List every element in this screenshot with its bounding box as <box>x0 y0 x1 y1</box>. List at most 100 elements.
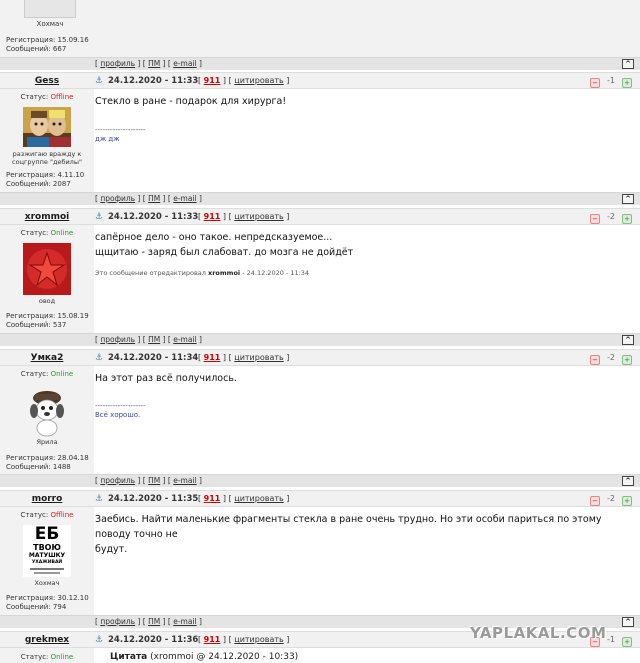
avatar-line <box>30 568 64 570</box>
username[interactable]: xrommoi <box>0 212 94 222</box>
signature: -------------------- дж дж <box>95 126 146 144</box>
post-date: 24.12.2020 - 11:34 <box>108 353 199 363</box>
quote-link[interactable]: цитировать <box>234 353 283 362</box>
scroll-up-button[interactable]: ^ <box>622 617 634 627</box>
avatar-caption: Хохмач <box>36 20 64 28</box>
rating-value: -2 <box>607 494 615 503</box>
username[interactable]: morro <box>0 494 94 504</box>
username[interactable]: Gess <box>0 76 94 86</box>
thumb-up-icon[interactable]: + <box>622 214 632 224</box>
signature-divider: -------------------- <box>95 402 146 410</box>
user-sidebar: Статус: Online <box>0 648 94 663</box>
editor-name: xrommoi <box>208 269 241 277</box>
post-links: [ профиль ] [ ПМ ] [ e-mail ] <box>95 617 202 626</box>
post-controls: [ 911 ] [ цитировать ] <box>198 76 290 85</box>
post-number[interactable]: 911 <box>204 635 221 644</box>
avatar[interactable] <box>24 0 76 18</box>
post-body: сапёрное дело - оно такое. непредсказуем… <box>95 230 615 260</box>
signature: -------------------- Всё хорошо. <box>95 402 146 420</box>
thumb-down-icon[interactable]: − <box>590 355 600 365</box>
anchor-icon[interactable]: ⚓ <box>95 635 103 645</box>
post-body: Стекло в ране - подарок для хирурга! <box>95 94 615 109</box>
profile-link[interactable]: профиль <box>100 194 135 203</box>
avatar[interactable] <box>23 243 71 295</box>
thumb-up-icon[interactable]: + <box>622 355 632 365</box>
email-link[interactable]: e-mail <box>173 59 196 68</box>
profile-link[interactable]: профиль <box>100 335 135 344</box>
quote-link[interactable]: цитировать <box>234 494 283 503</box>
pm-link[interactable]: ПМ <box>148 476 160 485</box>
anchor-icon[interactable]: ⚓ <box>95 212 103 222</box>
profile-link[interactable]: профиль <box>100 617 135 626</box>
username[interactable]: Умка2 <box>0 353 94 363</box>
user-sidebar: Статус: Online Ярила Регистрация: 28.04.… <box>0 366 94 474</box>
post-links-bar: [ профиль ] [ ПМ ] [ e-mail ] ^ <box>0 192 640 205</box>
username[interactable]: grekmex <box>0 635 94 645</box>
avatar[interactable]: ЕБ ТВОЮ МАТУШКУ УХАЖИВАЙ <box>23 525 71 577</box>
post-number[interactable]: 911 <box>204 212 221 221</box>
post-body: Заебись. Найти маленькие фрагменты стекл… <box>95 512 615 557</box>
post: Статус: Online Ярила Регистрация: 28.04.… <box>0 349 640 474</box>
prev-post-sidebar: Хохмач Регистрация: 15.09.16 Сообщений: … <box>0 0 640 57</box>
user-stats: Регистрация: 30.12.10 Сообщений: 794 <box>6 594 89 612</box>
post-number[interactable]: 911 <box>204 494 221 503</box>
quote-link[interactable]: цитировать <box>234 635 283 644</box>
rating: − -2 + <box>590 353 632 365</box>
post-date: 24.12.2020 - 11:33 <box>108 76 199 86</box>
post-date: 24.12.2020 - 11:35 <box>108 494 199 504</box>
pm-link[interactable]: ПМ <box>148 194 160 203</box>
pm-link[interactable]: ПМ <box>148 617 160 626</box>
scroll-up-button[interactable]: ^ <box>622 476 634 486</box>
quote-link[interactable]: цитировать <box>234 212 283 221</box>
quote-label: Цитата <box>110 652 148 662</box>
scroll-up-button[interactable]: ^ <box>622 59 634 69</box>
user-stats: Регистрация: 28.04.18 Сообщений: 1488 <box>6 454 89 472</box>
reg-date: Регистрация: 28.04.18 <box>6 454 89 462</box>
thumb-up-icon[interactable]: + <box>622 637 632 647</box>
user-status: Статус: Online <box>20 229 74 237</box>
post-number[interactable]: 911 <box>204 353 221 362</box>
anchor-icon[interactable]: ⚓ <box>95 76 103 86</box>
thumb-up-icon[interactable]: + <box>622 496 632 506</box>
rating-value: -1 <box>607 76 615 85</box>
avatar-line: МАТУШКУ <box>28 552 66 559</box>
post-text: Стекло в ране - подарок для хирурга! <box>95 96 287 107</box>
avatar[interactable] <box>23 384 71 438</box>
post-text: будут. <box>95 544 128 555</box>
post-date: 24.12.2020 - 11:33 <box>108 212 199 222</box>
email-link[interactable]: e-mail <box>173 335 196 344</box>
thumb-down-icon[interactable]: − <box>590 78 600 88</box>
anchor-icon[interactable]: ⚓ <box>95 494 103 504</box>
pm-link[interactable]: ПМ <box>148 59 160 68</box>
pm-link[interactable]: ПМ <box>148 335 160 344</box>
reg-date: Регистрация: 15.08.19 <box>6 312 89 320</box>
profile-link[interactable]: профиль <box>100 476 135 485</box>
rating-value: -2 <box>607 212 615 221</box>
user-status: Статус: Online <box>20 653 74 661</box>
post-header: Умка2 ⚓ 24.12.2020 - 11:34 [ 911 ] [ цит… <box>0 349 640 366</box>
thumb-up-icon[interactable]: + <box>622 78 632 88</box>
edit-note: Это сообщение отредактировал xrommoi - 2… <box>95 269 310 277</box>
user-sidebar: Статус: Offline ЕБ ТВОЮ МАТУШКУ УХАЖИВАЙ… <box>0 507 94 615</box>
post-links-bar: [ профиль ] [ ПМ ] [ e-mail ] ^ <box>0 57 640 70</box>
profile-link[interactable]: профиль <box>100 59 135 68</box>
site-watermark: YAPLAKAL.COM <box>470 624 607 642</box>
thumb-down-icon[interactable]: − <box>590 214 600 224</box>
avatar[interactable] <box>23 107 71 147</box>
post-text: На этот раз всё получилось. <box>95 373 237 384</box>
email-link[interactable]: e-mail <box>173 617 196 626</box>
post-text: сапёрное дело - оно такое. непредсказуем… <box>95 232 333 243</box>
anchor-icon[interactable]: ⚓ <box>95 353 103 363</box>
scroll-up-button[interactable]: ^ <box>622 194 634 204</box>
post-number[interactable]: 911 <box>204 76 221 85</box>
quote-link[interactable]: цитировать <box>234 76 283 85</box>
reg-date: Регистрация: 30.12.10 <box>6 594 89 602</box>
signature-text: дж дж <box>95 135 120 143</box>
post-count: Сообщений: 537 <box>6 321 67 329</box>
email-link[interactable]: e-mail <box>173 194 196 203</box>
reg-date: Регистрация: 15.09.16 <box>6 36 89 44</box>
thumb-down-icon[interactable]: − <box>590 496 600 506</box>
scroll-up-button[interactable]: ^ <box>622 335 634 345</box>
avatar-line <box>34 572 60 574</box>
email-link[interactable]: e-mail <box>173 476 196 485</box>
